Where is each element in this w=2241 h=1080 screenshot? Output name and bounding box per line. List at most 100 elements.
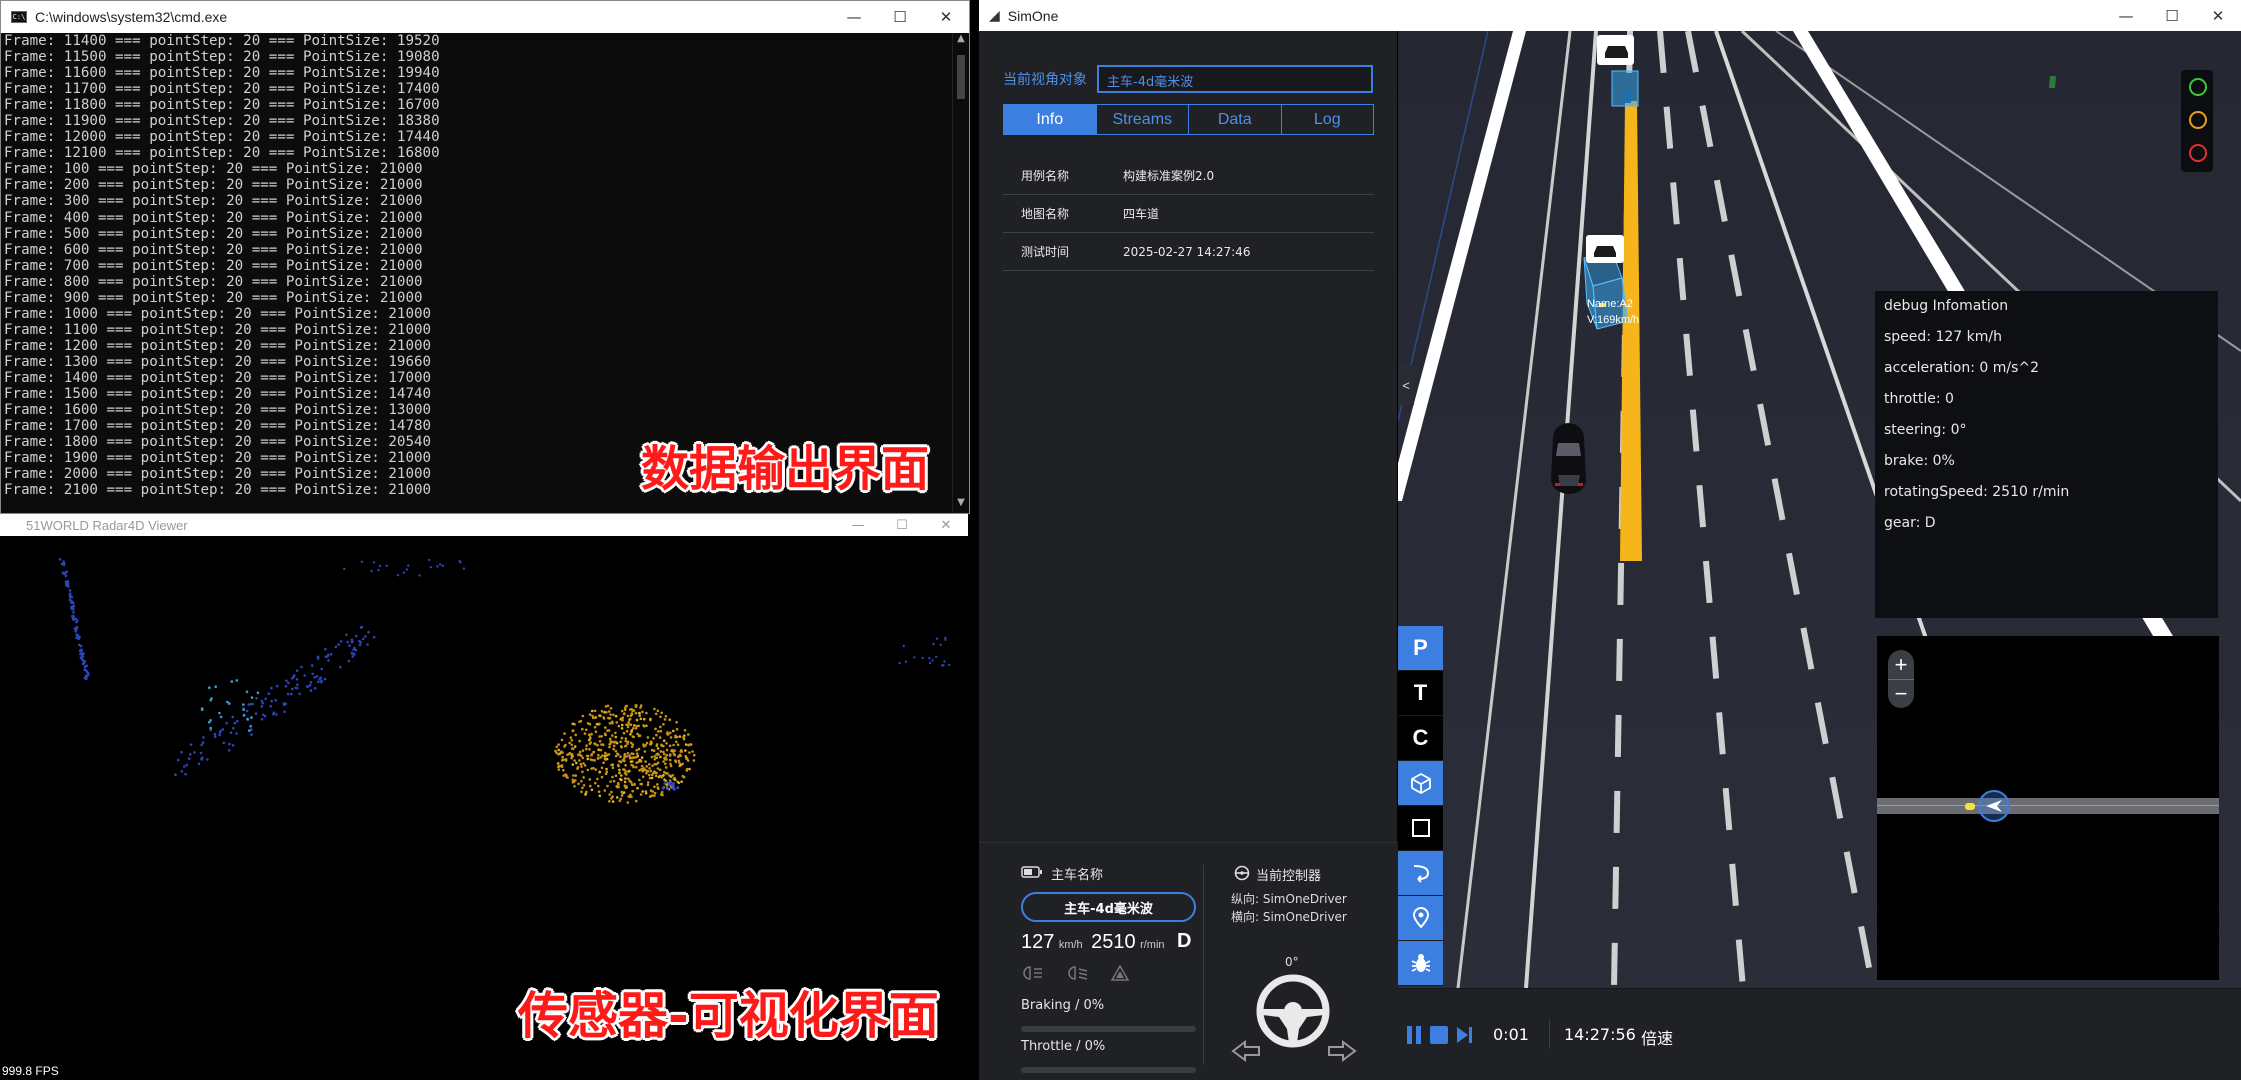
turn-left-icon[interactable] [1231, 1039, 1263, 1063]
zoom-out-button[interactable]: − [1888, 679, 1914, 708]
maximize-button[interactable]: ☐ [2149, 0, 2195, 31]
radar-point [943, 660, 946, 663]
radar-point [588, 713, 592, 716]
minimize-button[interactable]: — [831, 1, 877, 33]
radar-point [942, 664, 945, 667]
radar-point [634, 727, 638, 730]
console-line: Frame: 1400 === pointStep: 20 === PointS… [4, 369, 432, 386]
radar-titlebar[interactable]: 51WORLD Radar4D Viewer — ☐ ✕ [0, 514, 968, 536]
radar-point [578, 720, 581, 724]
simone-titlebar[interactable]: ◢ SimOne — ☐ ✕ [979, 0, 2241, 31]
console-line: Frame: 1900 === pointStep: 20 === PointS… [4, 450, 432, 467]
toolbar-button-c[interactable]: C [1398, 716, 1443, 761]
zoom-in-button[interactable]: + [1888, 650, 1914, 679]
turn-right-icon[interactable] [1325, 1039, 1357, 1063]
radar-point [659, 729, 663, 733]
sensor-visualization-caption: 传感器-可视化界面 [518, 987, 939, 1045]
radar-point [337, 643, 340, 646]
view-target-select[interactable]: 主车-4d毫米波 [1097, 65, 1373, 93]
radar-point [287, 681, 290, 685]
location-icon[interactable] [1398, 896, 1443, 941]
hazard-icon [1110, 964, 1130, 981]
radar-point [638, 769, 641, 772]
radar-point [377, 568, 380, 572]
radar-point [586, 757, 590, 761]
radar-point [668, 718, 672, 721]
radar-point [624, 764, 627, 767]
close-button[interactable]: ✕ [923, 1, 969, 33]
radar-point [673, 749, 676, 752]
debug-acceleration: acceleration: 0 m/s^2 [1884, 360, 2040, 376]
radar-point [620, 794, 624, 797]
elapsed-time: 0:01 [1493, 1025, 1529, 1044]
radar-point [578, 739, 581, 743]
close-button[interactable]: ✕ [924, 514, 968, 536]
close-button[interactable]: ✕ [2195, 0, 2241, 31]
radar-point [931, 659, 934, 662]
minimize-button[interactable]: — [2103, 0, 2149, 31]
radar-point [611, 800, 615, 803]
scroll-thumb[interactable] [957, 55, 965, 99]
step-forward-icon[interactable] [1456, 1025, 1474, 1045]
tab-data[interactable]: Data [1189, 105, 1282, 134]
toolbar-button-t[interactable]: T [1398, 671, 1443, 716]
radar-point [284, 702, 288, 706]
maximize-button[interactable]: ☐ [877, 1, 923, 33]
radar-point [227, 749, 231, 752]
vehicle-name-button[interactable]: 主车-4d毫米波 [1021, 892, 1196, 922]
radar-point [681, 762, 684, 766]
radar-point [236, 719, 239, 723]
radar-point [594, 781, 597, 785]
radar-point [665, 748, 669, 752]
radar-point [692, 759, 696, 762]
scroll-down-icon[interactable]: ▼ [953, 497, 969, 513]
route-icon[interactable] [1398, 851, 1443, 896]
radar-point [660, 775, 663, 779]
radar-point [75, 625, 79, 629]
radar-point [580, 779, 583, 783]
radar-point [254, 712, 258, 715]
radar-point [928, 661, 932, 665]
radar-point [573, 759, 576, 762]
scroll-up-icon[interactable]: ▲ [953, 33, 969, 49]
table-row: 地图名称 四车道 [1003, 195, 1374, 233]
tab-log[interactable]: Log [1282, 105, 1374, 134]
collapse-panel-button[interactable]: < [1398, 365, 1414, 405]
radar-point [581, 770, 584, 774]
radar-point [614, 714, 618, 718]
radar-point [615, 796, 619, 799]
tab-streams[interactable]: Streams [1097, 105, 1189, 134]
pause-icon[interactable] [1406, 1025, 1422, 1045]
stop-icon[interactable] [1429, 1025, 1449, 1045]
radar-point [921, 656, 924, 660]
side-panel: 当前视角对象 主车-4d毫米波 Info Streams Data Log 用例… [979, 31, 1398, 1080]
terminal-icon: C:\ [11, 11, 27, 23]
radar-point [566, 753, 569, 756]
radar-point [608, 743, 611, 746]
radar-point [582, 762, 585, 765]
radar-point [614, 749, 618, 753]
square-icon[interactable] [1398, 806, 1443, 851]
radar-point [660, 743, 663, 747]
radar-point [684, 749, 687, 752]
radar-point [298, 692, 301, 696]
bug-icon[interactable] [1398, 941, 1443, 986]
radar-point [611, 766, 615, 769]
scrollbar[interactable]: ▲ ▼ [952, 33, 969, 513]
playback-speed-button[interactable]: 倍速 [1641, 1025, 1673, 1049]
radar-point [208, 686, 211, 689]
radar-point [303, 674, 306, 677]
radar-point [621, 759, 625, 762]
cube-icon[interactable] [1398, 761, 1443, 806]
radar-point [76, 619, 79, 622]
radar-point [70, 607, 74, 611]
toolbar-button-p[interactable]: P [1398, 626, 1443, 671]
radar-point [652, 737, 655, 740]
radar-point [671, 784, 674, 788]
cmd-titlebar[interactable]: C:\ C:\windows\system32\cmd.exe — ☐ ✕ [1, 1, 969, 33]
minimize-button[interactable]: — [836, 514, 880, 536]
tab-info[interactable]: Info [1004, 105, 1097, 134]
maximize-button[interactable]: ☐ [880, 514, 924, 536]
radar-point [600, 743, 603, 746]
minimap[interactable]: + − [1877, 636, 2219, 980]
